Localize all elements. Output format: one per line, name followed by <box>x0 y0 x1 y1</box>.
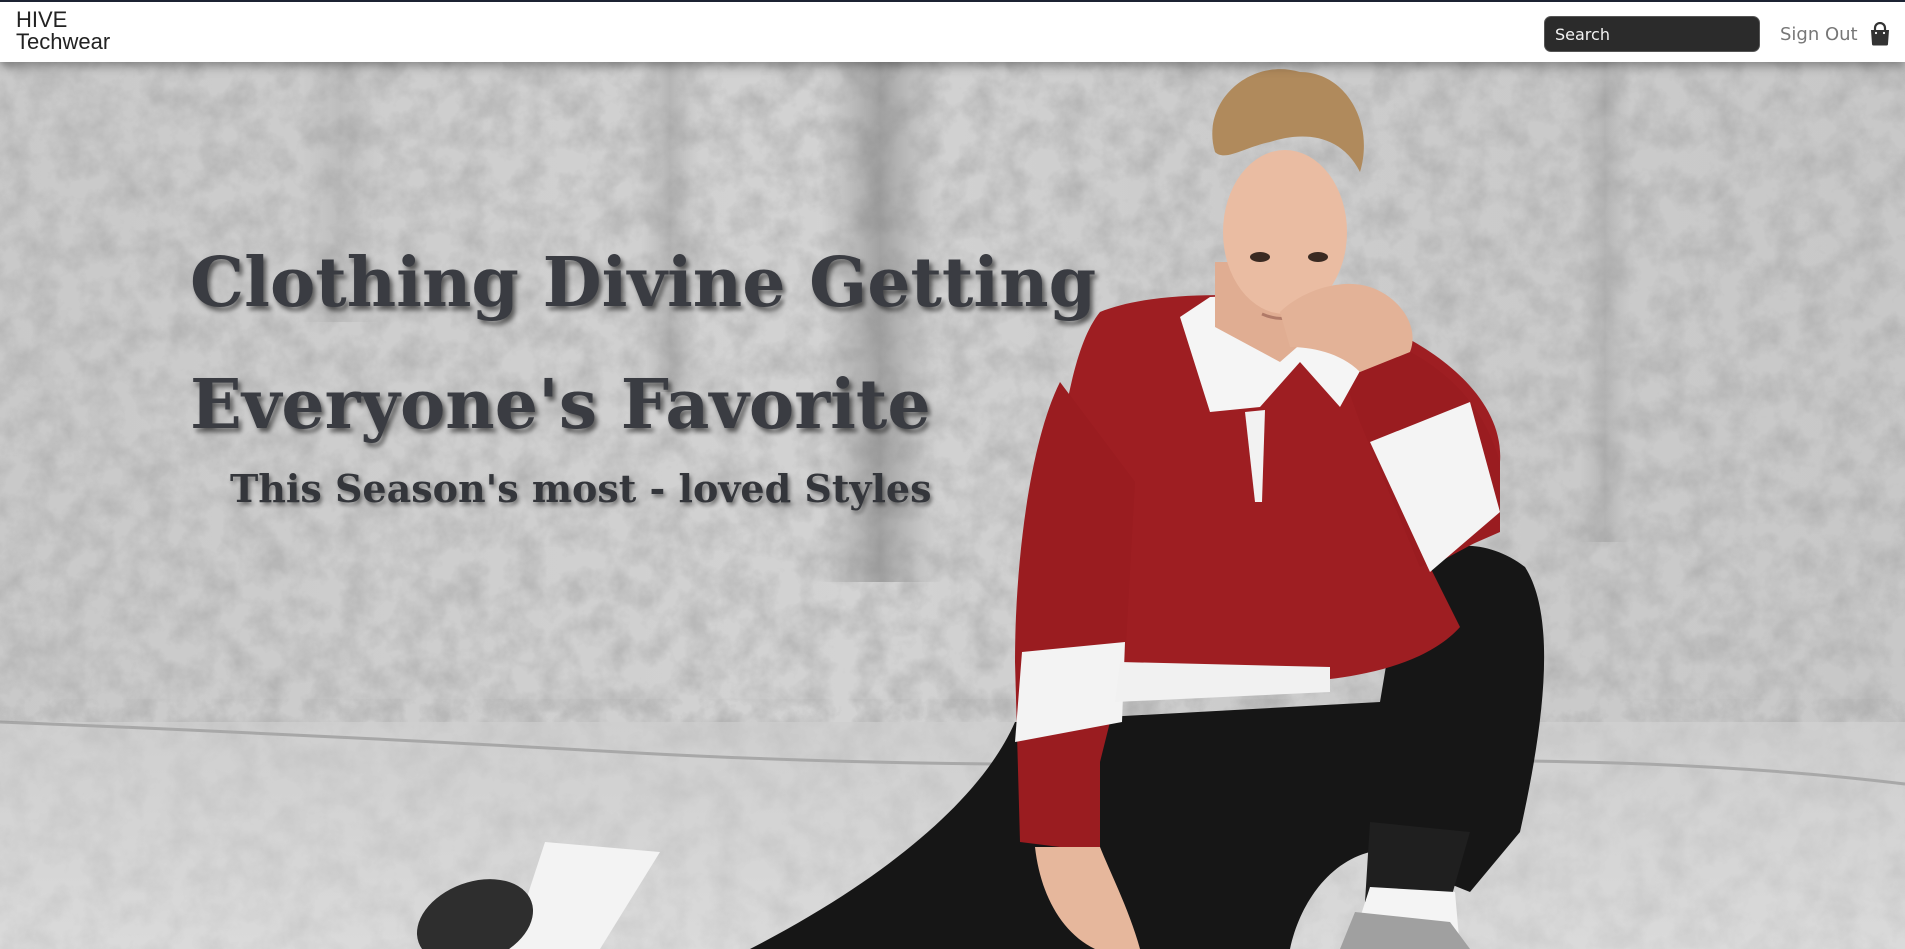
sign-out-link[interactable]: Sign Out <box>1780 24 1858 45</box>
hero-banner: Clothing Divine Getting Everyone's Favor… <box>0 62 1905 949</box>
hero-headline-line2: Everyone's Favorite <box>190 365 931 445</box>
search-input[interactable] <box>1544 16 1760 52</box>
hero-headline-line1: Clothing Divine Getting <box>190 243 1097 323</box>
shopping-bag-icon[interactable] <box>1869 22 1891 46</box>
brand-line2: Techwear <box>16 29 111 54</box>
hero-subheadline: This Season's most - loved Styles <box>230 466 932 511</box>
navbar: HIVE Techwear Sign Out <box>0 0 1905 62</box>
hero-headline: Clothing Divine Getting Everyone's Favor… <box>190 222 1096 466</box>
brand-logo[interactable]: HIVE Techwear <box>16 9 110 53</box>
brand-line1: HIVE <box>16 7 68 32</box>
